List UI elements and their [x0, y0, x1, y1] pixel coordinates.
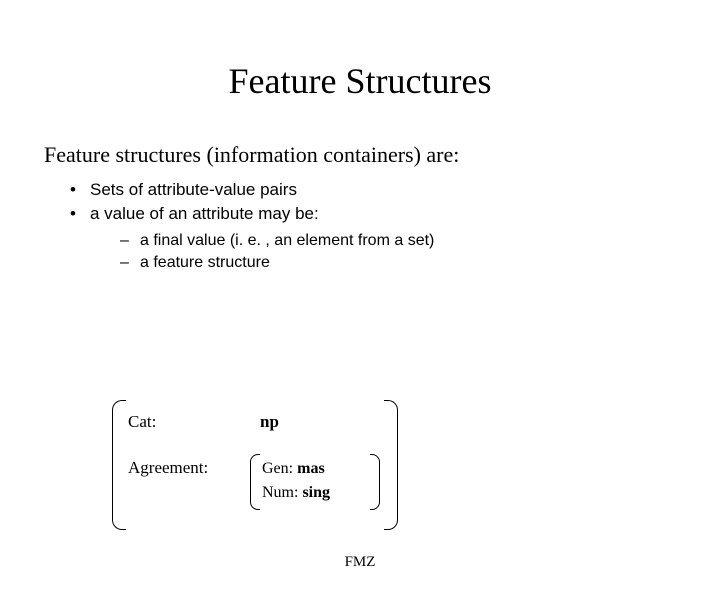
fs-value-np: np [260, 412, 279, 432]
sub-bullet-list: – a final value (i. e. , an element from… [120, 232, 720, 272]
list-item: – a final value (i. e. , an element from… [120, 232, 720, 250]
slide-title: Feature Structures [0, 60, 720, 102]
nested-row-gen: Gen: mas [262, 460, 325, 478]
bracket-left-icon [112, 400, 126, 530]
bullet-list: • Sets of attribute-value pairs • a valu… [70, 180, 720, 224]
list-item: – a feature structure [120, 254, 720, 272]
intro-text: Feature structures (information containe… [44, 142, 676, 168]
sub-bullet-text: a feature structure [140, 254, 270, 272]
nested-label: Num: [262, 484, 302, 501]
fs-label: Agreement: [128, 458, 228, 478]
fs-row-cat: Cat: [128, 412, 228, 432]
sub-bullet-text: a final value (i. e. , an element from a… [140, 232, 434, 250]
fs-label: Cat: [128, 412, 228, 432]
bullet-text: Sets of attribute-value pairs [90, 180, 297, 200]
nested-value: mas [297, 460, 325, 477]
bracket-right-icon [384, 400, 398, 530]
list-item: • Sets of attribute-value pairs [70, 180, 720, 200]
list-item: • a value of an attribute may be: [70, 204, 720, 224]
fs-row-agreement: Agreement: [128, 458, 228, 478]
footer-text: FMZ [0, 554, 720, 571]
nested-row-num: Num: sing [262, 484, 330, 502]
dash-marker: – [120, 254, 140, 272]
dash-marker: – [120, 232, 140, 250]
feature-structure-diagram: Cat: np Agreement: Gen: mas Num: sing [120, 400, 390, 540]
bracket-right-icon [370, 454, 380, 510]
bracket-left-icon [250, 454, 260, 510]
bullet-marker: • [70, 204, 90, 224]
nested-value: sing [302, 484, 330, 501]
bullet-text: a value of an attribute may be: [90, 204, 319, 224]
nested-feature-structure: Gen: mas Num: sing [260, 454, 370, 514]
bullet-marker: • [70, 180, 90, 200]
nested-label: Gen: [262, 460, 297, 477]
